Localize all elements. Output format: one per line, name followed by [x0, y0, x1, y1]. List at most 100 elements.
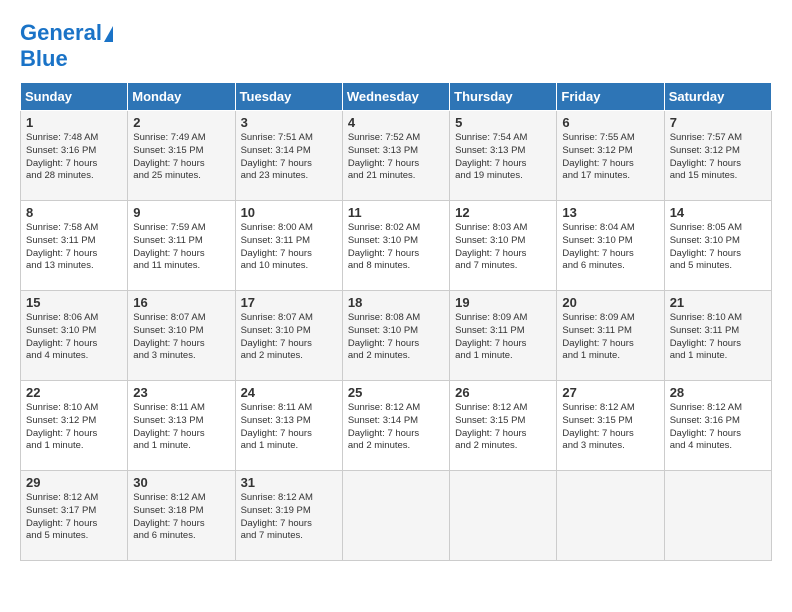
calendar-cell: 24 Sunrise: 8:11 AMSunset: 3:13 PMDaylig… [235, 381, 342, 471]
day-number: 10 [241, 205, 337, 220]
logo-arrow-icon [104, 26, 113, 42]
cell-content: Sunrise: 8:09 AMSunset: 3:11 PMDaylight:… [562, 312, 658, 363]
day-number: 23 [133, 385, 229, 400]
weekday-header-monday: Monday [128, 83, 235, 111]
cell-content: Sunrise: 8:00 AMSunset: 3:11 PMDaylight:… [241, 222, 337, 273]
day-number: 25 [348, 385, 444, 400]
cell-content: Sunrise: 8:12 AMSunset: 3:15 PMDaylight:… [562, 402, 658, 453]
calendar-week-5: 29 Sunrise: 8:12 AMSunset: 3:17 PMDaylig… [21, 471, 772, 561]
cell-content: Sunrise: 8:12 AMSunset: 3:17 PMDaylight:… [26, 492, 122, 543]
logo-general: General [20, 20, 102, 46]
cell-content: Sunrise: 8:12 AMSunset: 3:18 PMDaylight:… [133, 492, 229, 543]
calendar-cell: 15 Sunrise: 8:06 AMSunset: 3:10 PMDaylig… [21, 291, 128, 381]
day-number: 11 [348, 205, 444, 220]
cell-content: Sunrise: 7:51 AMSunset: 3:14 PMDaylight:… [241, 132, 337, 183]
calendar-cell: 10 Sunrise: 8:00 AMSunset: 3:11 PMDaylig… [235, 201, 342, 291]
calendar-cell: 31 Sunrise: 8:12 AMSunset: 3:19 PMDaylig… [235, 471, 342, 561]
calendar-cell [450, 471, 557, 561]
cell-content: Sunrise: 8:06 AMSunset: 3:10 PMDaylight:… [26, 312, 122, 363]
day-number: 17 [241, 295, 337, 310]
calendar-cell: 12 Sunrise: 8:03 AMSunset: 3:10 PMDaylig… [450, 201, 557, 291]
day-number: 18 [348, 295, 444, 310]
calendar-cell [557, 471, 664, 561]
day-number: 2 [133, 115, 229, 130]
day-number: 15 [26, 295, 122, 310]
cell-content: Sunrise: 8:12 AMSunset: 3:14 PMDaylight:… [348, 402, 444, 453]
calendar-cell: 2 Sunrise: 7:49 AMSunset: 3:15 PMDayligh… [128, 111, 235, 201]
day-number: 22 [26, 385, 122, 400]
day-number: 6 [562, 115, 658, 130]
day-number: 16 [133, 295, 229, 310]
calendar-cell: 8 Sunrise: 7:58 AMSunset: 3:11 PMDayligh… [21, 201, 128, 291]
cell-content: Sunrise: 7:54 AMSunset: 3:13 PMDaylight:… [455, 132, 551, 183]
day-number: 19 [455, 295, 551, 310]
cell-content: Sunrise: 8:10 AMSunset: 3:11 PMDaylight:… [670, 312, 766, 363]
weekday-header-saturday: Saturday [664, 83, 771, 111]
day-number: 13 [562, 205, 658, 220]
weekday-header-row: SundayMondayTuesdayWednesdayThursdayFrid… [21, 83, 772, 111]
cell-content: Sunrise: 7:55 AMSunset: 3:12 PMDaylight:… [562, 132, 658, 183]
page-header: General Blue [20, 20, 772, 72]
calendar-cell: 6 Sunrise: 7:55 AMSunset: 3:12 PMDayligh… [557, 111, 664, 201]
cell-content: Sunrise: 7:49 AMSunset: 3:15 PMDaylight:… [133, 132, 229, 183]
cell-content: Sunrise: 8:02 AMSunset: 3:10 PMDaylight:… [348, 222, 444, 273]
cell-content: Sunrise: 8:05 AMSunset: 3:10 PMDaylight:… [670, 222, 766, 273]
calendar-cell: 18 Sunrise: 8:08 AMSunset: 3:10 PMDaylig… [342, 291, 449, 381]
cell-content: Sunrise: 8:10 AMSunset: 3:12 PMDaylight:… [26, 402, 122, 453]
calendar-cell: 23 Sunrise: 8:11 AMSunset: 3:13 PMDaylig… [128, 381, 235, 471]
calendar-cell: 11 Sunrise: 8:02 AMSunset: 3:10 PMDaylig… [342, 201, 449, 291]
cell-content: Sunrise: 8:08 AMSunset: 3:10 PMDaylight:… [348, 312, 444, 363]
day-number: 14 [670, 205, 766, 220]
day-number: 26 [455, 385, 551, 400]
calendar-cell: 21 Sunrise: 8:10 AMSunset: 3:11 PMDaylig… [664, 291, 771, 381]
calendar-week-2: 8 Sunrise: 7:58 AMSunset: 3:11 PMDayligh… [21, 201, 772, 291]
calendar-cell: 7 Sunrise: 7:57 AMSunset: 3:12 PMDayligh… [664, 111, 771, 201]
calendar-cell: 4 Sunrise: 7:52 AMSunset: 3:13 PMDayligh… [342, 111, 449, 201]
calendar-cell: 16 Sunrise: 8:07 AMSunset: 3:10 PMDaylig… [128, 291, 235, 381]
calendar-body: 1 Sunrise: 7:48 AMSunset: 3:16 PMDayligh… [21, 111, 772, 561]
weekday-header-thursday: Thursday [450, 83, 557, 111]
cell-content: Sunrise: 8:12 AMSunset: 3:19 PMDaylight:… [241, 492, 337, 543]
day-number: 20 [562, 295, 658, 310]
calendar-week-3: 15 Sunrise: 8:06 AMSunset: 3:10 PMDaylig… [21, 291, 772, 381]
calendar-cell: 20 Sunrise: 8:09 AMSunset: 3:11 PMDaylig… [557, 291, 664, 381]
cell-content: Sunrise: 8:07 AMSunset: 3:10 PMDaylight:… [133, 312, 229, 363]
weekday-header-wednesday: Wednesday [342, 83, 449, 111]
cell-content: Sunrise: 8:12 AMSunset: 3:15 PMDaylight:… [455, 402, 551, 453]
cell-content: Sunrise: 8:11 AMSunset: 3:13 PMDaylight:… [133, 402, 229, 453]
day-number: 1 [26, 115, 122, 130]
day-number: 31 [241, 475, 337, 490]
logo: General Blue [20, 20, 113, 72]
calendar-cell: 25 Sunrise: 8:12 AMSunset: 3:14 PMDaylig… [342, 381, 449, 471]
calendar-cell: 13 Sunrise: 8:04 AMSunset: 3:10 PMDaylig… [557, 201, 664, 291]
cell-content: Sunrise: 8:09 AMSunset: 3:11 PMDaylight:… [455, 312, 551, 363]
calendar-cell: 29 Sunrise: 8:12 AMSunset: 3:17 PMDaylig… [21, 471, 128, 561]
calendar-cell: 27 Sunrise: 8:12 AMSunset: 3:15 PMDaylig… [557, 381, 664, 471]
day-number: 27 [562, 385, 658, 400]
cell-content: Sunrise: 8:11 AMSunset: 3:13 PMDaylight:… [241, 402, 337, 453]
day-number: 21 [670, 295, 766, 310]
cell-content: Sunrise: 7:57 AMSunset: 3:12 PMDaylight:… [670, 132, 766, 183]
calendar-cell [342, 471, 449, 561]
cell-content: Sunrise: 7:52 AMSunset: 3:13 PMDaylight:… [348, 132, 444, 183]
calendar-cell: 19 Sunrise: 8:09 AMSunset: 3:11 PMDaylig… [450, 291, 557, 381]
day-number: 8 [26, 205, 122, 220]
calendar-cell: 9 Sunrise: 7:59 AMSunset: 3:11 PMDayligh… [128, 201, 235, 291]
calendar-week-4: 22 Sunrise: 8:10 AMSunset: 3:12 PMDaylig… [21, 381, 772, 471]
calendar-cell: 14 Sunrise: 8:05 AMSunset: 3:10 PMDaylig… [664, 201, 771, 291]
weekday-header-sunday: Sunday [21, 83, 128, 111]
day-number: 4 [348, 115, 444, 130]
calendar-cell: 5 Sunrise: 7:54 AMSunset: 3:13 PMDayligh… [450, 111, 557, 201]
calendar-cell: 22 Sunrise: 8:10 AMSunset: 3:12 PMDaylig… [21, 381, 128, 471]
calendar-cell: 28 Sunrise: 8:12 AMSunset: 3:16 PMDaylig… [664, 381, 771, 471]
day-number: 5 [455, 115, 551, 130]
day-number: 30 [133, 475, 229, 490]
day-number: 29 [26, 475, 122, 490]
calendar-table: SundayMondayTuesdayWednesdayThursdayFrid… [20, 82, 772, 561]
weekday-header-tuesday: Tuesday [235, 83, 342, 111]
calendar-cell: 26 Sunrise: 8:12 AMSunset: 3:15 PMDaylig… [450, 381, 557, 471]
logo-blue-text: Blue [20, 46, 113, 72]
weekday-header-friday: Friday [557, 83, 664, 111]
day-number: 24 [241, 385, 337, 400]
cell-content: Sunrise: 8:03 AMSunset: 3:10 PMDaylight:… [455, 222, 551, 273]
